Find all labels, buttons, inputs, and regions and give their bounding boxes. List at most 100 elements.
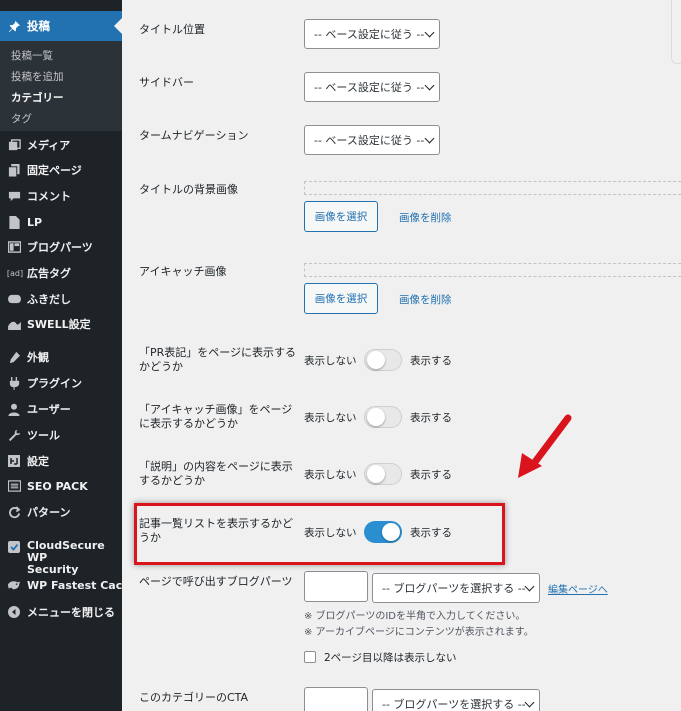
- term-nav-select[interactable]: -- ベース設定に従う --: [304, 125, 440, 155]
- bubble-icon: [7, 292, 21, 306]
- blogparts-select-value: -- ブログパーツを選択する --: [382, 582, 526, 595]
- menu-patterns-label: パターン: [27, 506, 71, 519]
- pattern-icon: [7, 505, 21, 519]
- menu-fastest-cache[interactable]: WP Fastest Cache: [0, 574, 138, 596]
- submenu-tags[interactable]: タグ: [11, 111, 32, 126]
- seo-icon: [7, 479, 21, 493]
- layout-icon: [7, 240, 21, 254]
- highlight-annotation-box: [134, 503, 505, 565]
- menu-swell[interactable]: SWELL設定: [0, 313, 122, 335]
- menu-pages-label: 固定ページ: [27, 164, 82, 177]
- menu-users-label: ユーザー: [27, 403, 71, 416]
- cta-select[interactable]: -- ブログパーツを選択する --: [372, 689, 540, 711]
- term-nav-label: タームナビゲーション: [139, 129, 249, 142]
- eyecatch-select-button[interactable]: 画像を選択: [304, 283, 378, 314]
- menu-appearance[interactable]: 外観: [0, 346, 122, 368]
- term-nav-value: -- ベース設定に従う --: [314, 134, 425, 147]
- hide-after-page2-checkbox[interactable]: [304, 651, 316, 663]
- title-bg-preview: [304, 181, 681, 195]
- submenu-categories[interactable]: カテゴリー: [11, 90, 64, 105]
- chevron-down-icon: [424, 133, 435, 144]
- chevron-down-icon: [424, 27, 435, 38]
- menu-seopack[interactable]: SEO PACK: [0, 475, 122, 497]
- document-icon: [7, 215, 21, 229]
- category-edit-form: タイトル位置 -- ベース設定に従う -- サイドバー -- ベース設定に従う …: [122, 0, 681, 711]
- comment-icon: [7, 189, 21, 203]
- eyecatch-show-line-1: 「アイキャッチ画像」をページ: [139, 403, 293, 416]
- eyecatch-delete-link[interactable]: 画像を削除: [399, 292, 452, 307]
- desc-show-text: 表示する: [410, 469, 452, 481]
- blogparts-note-1: ※ ブログパーツのIDを半角で入力してください。: [304, 611, 526, 622]
- menu-pages[interactable]: 固定ページ: [0, 159, 122, 181]
- menu-comments[interactable]: コメント: [0, 185, 122, 207]
- menu-plugins[interactable]: プラグイン: [0, 372, 122, 394]
- eyecatch-show-line-2: に表示するかどうか: [139, 417, 238, 430]
- title-position-value: -- ベース設定に従う --: [314, 28, 425, 41]
- menu-fukidashi-label: ふきだし: [27, 293, 71, 306]
- plugin-icon: [7, 376, 21, 390]
- menu-patterns[interactable]: パターン: [0, 501, 122, 523]
- sidebar-setting-value: -- ベース設定に従う --: [314, 81, 425, 94]
- menu-cloudsecure-label: CloudSecure WP Security: [27, 540, 122, 576]
- collapse-menu-label: メニューを閉じる: [27, 606, 115, 619]
- title-bg-delete-link[interactable]: 画像を削除: [399, 210, 452, 225]
- sidebar-setting-label: サイドバー: [139, 76, 194, 89]
- menu-tools-label: ツール: [27, 429, 60, 442]
- menu-swell-label: SWELL設定: [27, 318, 91, 331]
- swell-icon: [7, 317, 21, 331]
- title-position-label: タイトル位置: [139, 23, 205, 36]
- annotation-arrow-icon: [518, 414, 572, 478]
- menu-adtag-label: 広告タグ: [27, 267, 71, 280]
- menu-settings[interactable]: 設定: [0, 450, 122, 472]
- chevron-down-icon: [424, 80, 435, 91]
- menu-lp[interactable]: LP: [0, 211, 122, 233]
- user-icon: [7, 402, 21, 416]
- pr-label-line-1: 「PR表記」をページに表示する: [139, 346, 297, 359]
- pr-label-line-2: かどうか: [139, 360, 183, 373]
- cloudsecure-line-1: CloudSecure WP: [27, 539, 105, 564]
- menu-lp-label: LP: [27, 215, 43, 229]
- menu-media[interactable]: メディア: [0, 134, 122, 156]
- desc-label: 「説明」の内容をページに表示 するかどうか: [139, 460, 293, 488]
- eyecatch-hide-text: 表示しない: [304, 412, 357, 424]
- shield-icon: [7, 540, 21, 554]
- toggle-knob: [367, 465, 385, 483]
- eyecatch-show-toggle[interactable]: [364, 406, 402, 428]
- pr-hide-text: 表示しない: [304, 355, 357, 367]
- menu-posts[interactable]: 投稿: [0, 11, 122, 41]
- pr-toggle[interactable]: [364, 349, 402, 371]
- title-bg-select-button[interactable]: 画像を選択: [304, 201, 378, 232]
- pr-show-text: 表示する: [410, 355, 452, 367]
- blogparts-id-input[interactable]: [304, 571, 368, 602]
- pr-label: 「PR表記」をページに表示する かどうか: [139, 346, 296, 374]
- toggle-knob: [367, 408, 385, 426]
- appearance-icon: [7, 350, 21, 364]
- media-icon: [7, 138, 21, 152]
- menu-appearance-label: 外観: [27, 351, 49, 364]
- sidebar-setting-select[interactable]: -- ベース設定に従う --: [304, 72, 440, 102]
- edit-page-link[interactable]: 編集ページへ: [548, 581, 608, 596]
- submenu-all-posts[interactable]: 投稿一覧: [11, 48, 53, 63]
- menu-fukidashi[interactable]: ふきだし: [0, 288, 122, 310]
- submenu-add-post[interactable]: 投稿を追加: [11, 69, 64, 84]
- pin-icon: [7, 19, 21, 33]
- menu-posts-label: 投稿: [27, 19, 50, 33]
- menu-adtag[interactable]: [ad] 広告タグ: [0, 262, 122, 284]
- toggle-knob: [367, 351, 385, 369]
- blogparts-select[interactable]: -- ブログパーツを選択する --: [372, 573, 540, 603]
- collapse-menu[interactable]: メニューを閉じる: [0, 601, 122, 623]
- scrollbar-corner: [671, 0, 681, 64]
- chevron-down-icon: [524, 581, 535, 592]
- eyecatch-preview: [304, 263, 681, 277]
- cta-select-value: -- ブログパーツを選択する --: [382, 698, 526, 711]
- title-position-select[interactable]: -- ベース設定に従う --: [304, 19, 440, 49]
- menu-users[interactable]: ユーザー: [0, 398, 122, 420]
- collapse-icon: [7, 605, 21, 619]
- desc-toggle[interactable]: [364, 463, 402, 485]
- cta-id-input[interactable]: [304, 687, 368, 711]
- menu-cloudsecure[interactable]: CloudSecure WP Security: [0, 540, 122, 576]
- menu-blogparts[interactable]: ブログパーツ: [0, 236, 122, 258]
- menu-tools[interactable]: ツール: [0, 424, 122, 446]
- settings-icon: [7, 454, 21, 468]
- page-icon: [7, 163, 21, 177]
